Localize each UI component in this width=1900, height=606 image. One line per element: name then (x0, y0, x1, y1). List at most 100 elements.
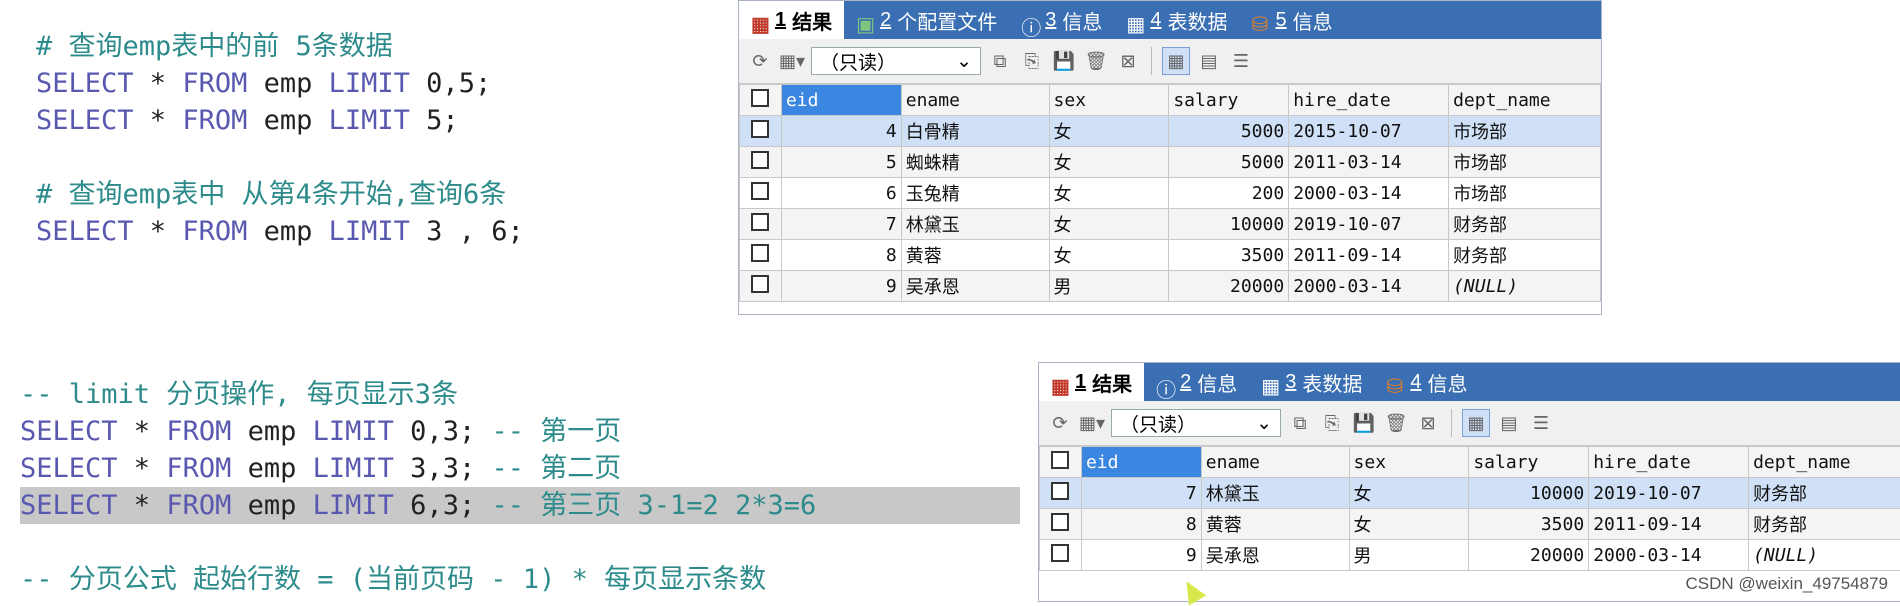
cell-hire_date[interactable]: 2019-10-07 (1289, 209, 1449, 240)
cell-hire_date[interactable]: 2000-03-14 (1289, 271, 1449, 302)
delete-icon[interactable]: 🗑 (1383, 410, 1409, 436)
text-view-icon[interactable]: ☰ (1228, 48, 1254, 74)
cell-dept_name[interactable]: 财务部 (1749, 509, 1900, 540)
row-checkbox[interactable] (1040, 509, 1082, 540)
cell-ename[interactable]: 黄蓉 (901, 240, 1049, 271)
cell-eid[interactable]: 9 (1081, 540, 1201, 571)
cell-eid[interactable]: 8 (781, 240, 901, 271)
cell-salary[interactable]: 5000 (1169, 147, 1289, 178)
save-icon[interactable]: 💾 (1351, 410, 1377, 436)
cell-sex[interactable]: 女 (1349, 509, 1469, 540)
column-header-salary[interactable]: salary (1169, 85, 1289, 116)
filter-icon[interactable]: ⧉ (987, 48, 1013, 74)
select-all-checkbox[interactable] (1040, 447, 1082, 478)
cell-hire_date[interactable]: 2000-03-14 (1589, 540, 1749, 571)
cell-ename[interactable]: 吴承恩 (1201, 540, 1349, 571)
cell-dept_name[interactable]: 财务部 (1449, 240, 1601, 271)
filter-icon[interactable]: ⧉ (1287, 410, 1313, 436)
copy-icon[interactable]: ⎘ (1019, 48, 1045, 74)
cell-dept_name[interactable]: (NULL) (1749, 540, 1900, 571)
tab-1[interactable]: ⓘ2 信息 (1144, 363, 1249, 401)
column-header-eid[interactable]: eid (781, 85, 901, 116)
delete-icon[interactable]: 🗑 (1083, 48, 1109, 74)
cell-eid[interactable]: 4 (781, 116, 901, 147)
cell-salary[interactable]: 10000 (1169, 209, 1289, 240)
cell-eid[interactable]: 8 (1081, 509, 1201, 540)
cell-hire_date[interactable]: 2015-10-07 (1289, 116, 1449, 147)
cell-ename[interactable]: 白骨精 (901, 116, 1049, 147)
column-header-hire_date[interactable]: hire_date (1589, 447, 1749, 478)
cell-ename[interactable]: 黄蓉 (1201, 509, 1349, 540)
row-checkbox[interactable] (740, 178, 782, 209)
refresh-icon[interactable]: ⟳ (1047, 410, 1073, 436)
mode-select[interactable]: （只读）⌄ (811, 47, 981, 75)
cell-dept_name[interactable]: 市场部 (1449, 147, 1601, 178)
cell-sex[interactable]: 女 (1049, 116, 1169, 147)
tab-4[interactable]: ⛁5 信息 (1240, 1, 1345, 39)
cell-hire_date[interactable]: 2011-09-14 (1289, 240, 1449, 271)
refresh-icon[interactable]: ⟳ (747, 48, 773, 74)
table-row[interactable]: 7林黛玉女100002019-10-07财务部 (740, 209, 1601, 240)
column-header-hire_date[interactable]: hire_date (1289, 85, 1449, 116)
tab-0[interactable]: ▦1 结果 (739, 1, 844, 39)
cell-sex[interactable]: 女 (1349, 478, 1469, 509)
copy-icon[interactable]: ⎘ (1319, 410, 1345, 436)
tab-2[interactable]: ⓘ3 信息 (1009, 1, 1114, 39)
column-header-sex[interactable]: sex (1049, 85, 1169, 116)
cell-sex[interactable]: 男 (1049, 271, 1169, 302)
column-header-sex[interactable]: sex (1349, 447, 1469, 478)
cell-salary[interactable]: 3500 (1169, 240, 1289, 271)
cell-eid[interactable]: 7 (1081, 478, 1201, 509)
table-row[interactable]: 8黄蓉女35002011-09-14财务部 (1040, 509, 1900, 540)
cell-salary[interactable]: 3500 (1469, 509, 1589, 540)
row-checkbox[interactable] (740, 147, 782, 178)
cell-dept_name[interactable]: 市场部 (1449, 116, 1601, 147)
text-view-icon[interactable]: ☰ (1528, 410, 1554, 436)
cell-sex[interactable]: 女 (1049, 240, 1169, 271)
grid-view-icon[interactable]: ▦ (1162, 47, 1190, 75)
grid-menu-icon[interactable]: ▦▾ (1079, 410, 1105, 436)
table-row[interactable]: 8黄蓉女35002011-09-14财务部 (740, 240, 1601, 271)
cell-sex[interactable]: 女 (1049, 178, 1169, 209)
table-row[interactable]: 6玉兔精女2002000-03-14市场部 (740, 178, 1601, 209)
cell-hire_date[interactable]: 2000-03-14 (1289, 178, 1449, 209)
cell-ename[interactable]: 吴承恩 (901, 271, 1049, 302)
cell-hire_date[interactable]: 2019-10-07 (1589, 478, 1749, 509)
column-header-dept_name[interactable]: dept_name (1449, 85, 1601, 116)
column-header-eid[interactable]: eid (1081, 447, 1201, 478)
cell-salary[interactable]: 10000 (1469, 478, 1589, 509)
tab-1[interactable]: ▣2 个配置文件 (844, 1, 1009, 39)
cell-ename[interactable]: 玉兔精 (901, 178, 1049, 209)
cell-eid[interactable]: 5 (781, 147, 901, 178)
column-header-salary[interactable]: salary (1469, 447, 1589, 478)
form-view-icon[interactable]: ▤ (1196, 48, 1222, 74)
cell-hire_date[interactable]: 2011-03-14 (1289, 147, 1449, 178)
cell-ename[interactable]: 林黛玉 (1201, 478, 1349, 509)
column-header-dept_name[interactable]: dept_name (1749, 447, 1900, 478)
select-all-checkbox[interactable] (740, 85, 782, 116)
row-checkbox[interactable] (740, 271, 782, 302)
cell-eid[interactable]: 6 (781, 178, 901, 209)
cell-hire_date[interactable]: 2011-09-14 (1589, 509, 1749, 540)
table-row[interactable]: 9吴承恩男200002000-03-14(NULL) (740, 271, 1601, 302)
row-checkbox[interactable] (1040, 478, 1082, 509)
tab-3[interactable]: ▦4 表数据 (1114, 1, 1239, 39)
row-checkbox[interactable] (740, 116, 782, 147)
table-row[interactable]: 9吴承恩男200002000-03-14(NULL) (1040, 540, 1900, 571)
cell-salary[interactable]: 200 (1169, 178, 1289, 209)
cell-sex[interactable]: 女 (1049, 209, 1169, 240)
save-icon[interactable]: 💾 (1051, 48, 1077, 74)
column-header-ename[interactable]: ename (1201, 447, 1349, 478)
cell-eid[interactable]: 9 (781, 271, 901, 302)
cell-salary[interactable]: 20000 (1169, 271, 1289, 302)
row-checkbox[interactable] (740, 240, 782, 271)
cell-ename[interactable]: 蜘蛛精 (901, 147, 1049, 178)
cell-dept_name[interactable]: 市场部 (1449, 178, 1601, 209)
table-row[interactable]: 7林黛玉女100002019-10-07财务部 (1040, 478, 1900, 509)
form-view-icon[interactable]: ▤ (1496, 410, 1522, 436)
cell-sex[interactable]: 男 (1349, 540, 1469, 571)
cell-dept_name[interactable]: 财务部 (1449, 209, 1601, 240)
table-row[interactable]: 5蜘蛛精女50002011-03-14市场部 (740, 147, 1601, 178)
cell-dept_name[interactable]: 财务部 (1749, 478, 1900, 509)
table-row[interactable]: 4白骨精女50002015-10-07市场部 (740, 116, 1601, 147)
